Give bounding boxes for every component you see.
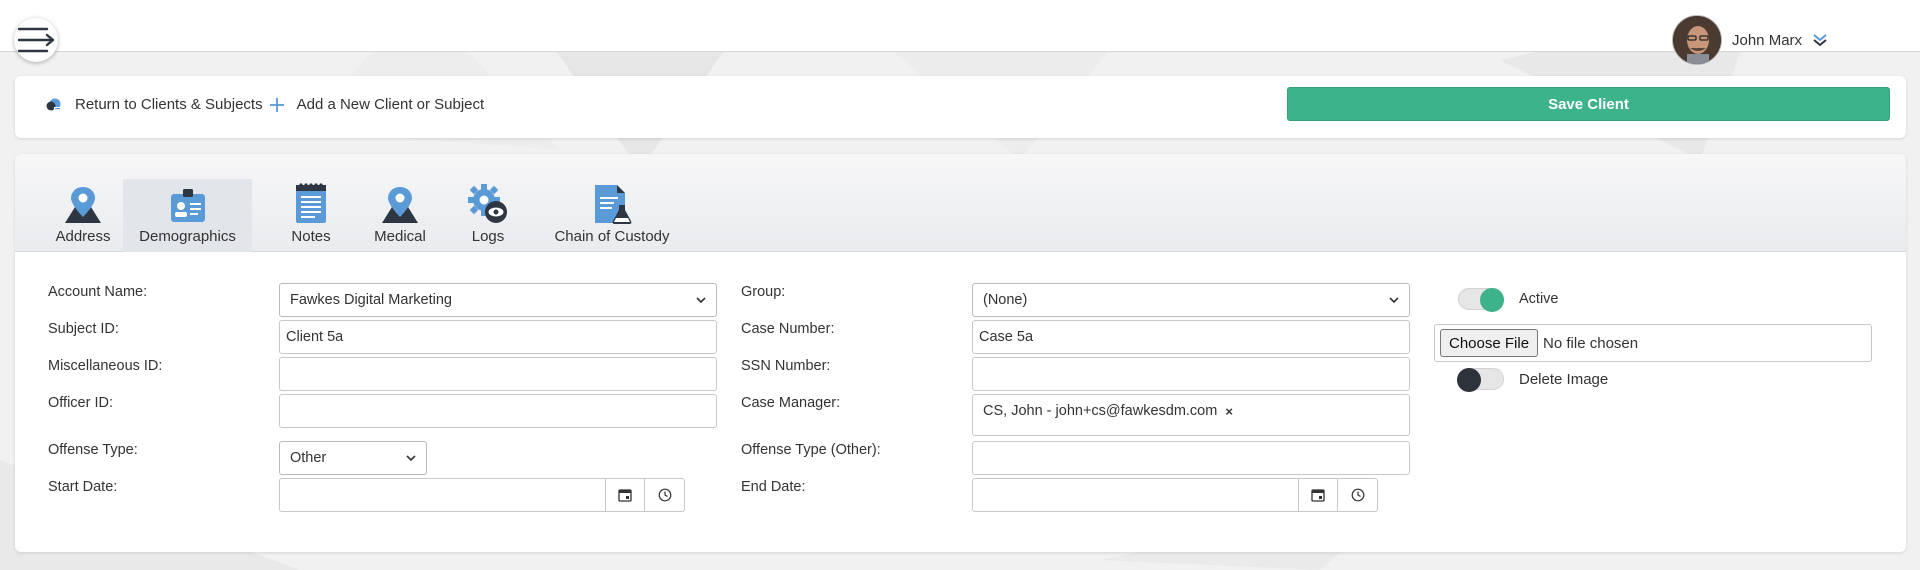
- user-menu[interactable]: John Marx: [1672, 14, 1828, 66]
- officer-id-label: Officer ID:: [48, 395, 113, 411]
- add-client-link[interactable]: Add a New Client or Subject: [269, 96, 485, 113]
- start-date-picker: [279, 478, 685, 512]
- end-date-label: End Date:: [741, 479, 806, 495]
- active-label: Active: [1519, 291, 1559, 307]
- case-manager-label: Case Manager:: [741, 395, 841, 411]
- notepad-icon: [296, 183, 326, 223]
- add-link-label: Add a New Client or Subject: [296, 96, 485, 113]
- map-pin-icon: [382, 187, 418, 223]
- tab-logs[interactable]: Logs: [455, 179, 521, 252]
- plus-icon: [269, 97, 284, 112]
- end-date-input[interactable]: [972, 478, 1298, 512]
- start-date-calendar-button[interactable]: [605, 478, 645, 512]
- case-manager-tag: CS, John - john+cs@fawkesdm.com ×: [983, 403, 1233, 419]
- double-chevron-down-icon[interactable]: [1812, 32, 1828, 48]
- choose-file-button[interactable]: Choose File: [1440, 329, 1539, 357]
- tab-address-label: Address: [55, 228, 111, 245]
- start-date-input[interactable]: [279, 478, 605, 512]
- case-manager-multiselect[interactable]: CS, John - john+cs@fawkesdm.com ×: [972, 394, 1410, 436]
- tab-bar: Address Demographics Notes Medical Logs …: [15, 154, 1906, 252]
- offense-type-select[interactable]: Other: [279, 441, 427, 475]
- active-toggle-knob: [1480, 288, 1504, 312]
- end-date-calendar-button[interactable]: [1298, 478, 1338, 512]
- misc-id-label: Miscellaneous ID:: [48, 358, 163, 374]
- officer-id-input[interactable]: [279, 394, 717, 428]
- gear-eye-icon: [468, 184, 507, 223]
- avatar: [1672, 15, 1722, 65]
- delete-image-label: Delete Image: [1519, 371, 1609, 388]
- end-date-picker: [972, 478, 1378, 512]
- tab-notes[interactable]: Notes: [271, 179, 351, 252]
- menu-toggle-button[interactable]: [14, 18, 58, 62]
- save-client-button[interactable]: Save Client: [1287, 87, 1890, 121]
- tab-medical-label: Medical: [374, 228, 426, 245]
- file-status: No file chosen: [1543, 334, 1639, 352]
- account-name-label: Account Name:: [48, 284, 148, 300]
- return-to-clients-link[interactable]: Return to Clients & Subjects: [45, 96, 263, 113]
- top-bar: [0, 0, 1920, 52]
- start-time-button[interactable]: [645, 478, 685, 512]
- group-label: Group:: [741, 284, 786, 300]
- subject-id-label: Subject ID:: [48, 321, 119, 337]
- case-manager-tag-label: CS, John - john+cs@fawkesdm.com: [983, 403, 1218, 419]
- image-file-input[interactable]: Choose File No file chosen: [1434, 324, 1872, 362]
- account-name-value: Fawkes Digital Marketing: [290, 292, 452, 308]
- group-select[interactable]: (None): [972, 283, 1410, 317]
- start-date-label: Start Date:: [48, 479, 118, 495]
- clock-icon: [1351, 488, 1364, 502]
- people-return-icon: [46, 98, 61, 110]
- calendar-icon: [1311, 489, 1325, 502]
- offense-type-other-input[interactable]: [972, 441, 1410, 475]
- tab-logs-label: Logs: [471, 228, 505, 245]
- document-flask-icon: [595, 185, 632, 224]
- delete-image-toggle-knob: [1457, 368, 1481, 392]
- end-time-button[interactable]: [1338, 478, 1378, 512]
- return-link-label: Return to Clients & Subjects: [75, 96, 263, 113]
- tab-medical[interactable]: Medical: [358, 179, 442, 252]
- account-name-select[interactable]: Fawkes Digital Marketing: [279, 283, 717, 317]
- active-toggle[interactable]: [1458, 288, 1504, 312]
- user-name: John Marx: [1732, 31, 1803, 49]
- tab-chain-of-custody-label: Chain of Custody: [554, 228, 670, 245]
- chevron-down-icon: [406, 455, 416, 462]
- tab-address[interactable]: Address: [35, 179, 131, 252]
- calendar-icon: [618, 489, 632, 502]
- tab-chain-of-custody[interactable]: Chain of Custody: [532, 179, 692, 252]
- remove-tag-icon[interactable]: ×: [1225, 404, 1233, 419]
- subject-id-input[interactable]: Client 5a: [279, 320, 717, 354]
- tab-notes-label: Notes: [291, 228, 331, 245]
- tab-demographics-label: Demographics: [139, 228, 236, 245]
- chevron-down-icon: [696, 297, 706, 304]
- ssn-label: SSN Number:: [741, 358, 831, 374]
- action-bar: Return to Clients & Subjects Add a New C…: [15, 76, 1906, 138]
- offense-type-label: Offense Type:: [48, 442, 138, 458]
- ssn-input[interactable]: [972, 357, 1410, 391]
- misc-id-input[interactable]: [279, 357, 717, 391]
- group-value: (None): [983, 292, 1028, 308]
- case-number-input[interactable]: Case 5a: [972, 320, 1410, 354]
- offense-type-value: Other: [290, 450, 327, 466]
- clock-icon: [658, 488, 671, 502]
- chevron-down-icon: [1389, 297, 1399, 304]
- offense-type-other-label: Offense Type (Other):: [741, 442, 881, 458]
- delete-image-toggle[interactable]: [1457, 368, 1504, 392]
- client-form-card: Address Demographics Notes Medical Logs …: [15, 154, 1906, 552]
- hamburger-menu-icon: [17, 27, 55, 53]
- id-badge-icon: [170, 189, 205, 222]
- case-number-label: Case Number:: [741, 321, 835, 337]
- map-pin-icon: [65, 187, 101, 223]
- tab-demographics[interactable]: Demographics: [123, 179, 252, 252]
